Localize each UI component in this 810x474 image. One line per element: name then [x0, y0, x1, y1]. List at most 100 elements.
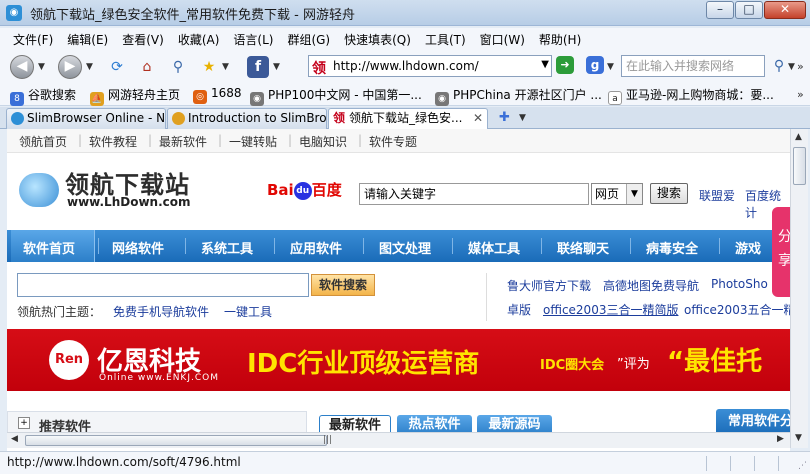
web-search-input[interactable]: 在此输入并搜索网络	[621, 55, 765, 77]
expand-icon: +	[18, 417, 30, 429]
menu-favorites[interactable]: 收藏(A)	[171, 28, 227, 52]
vertical-scrollbar[interactable]: ▲ ▼	[790, 129, 808, 448]
share-button[interactable]: 分 享	[772, 207, 790, 297]
menu-window[interactable]: 窗口(W)	[473, 28, 532, 52]
forward-dropdown-icon[interactable]: ▼	[86, 62, 93, 72]
hot-topics: 领航热门主题：	[17, 303, 101, 320]
topnav-home[interactable]: 领航首页	[19, 133, 67, 150]
fav-amazon[interactable]: a 亚马逊-网上购物商城：要...	[608, 86, 774, 105]
facebook-icon[interactable]: f	[247, 56, 269, 78]
menu-tools[interactable]: 工具(T)	[418, 28, 473, 52]
link-photoshop[interactable]: PhotoSho	[711, 277, 768, 291]
cat-apps[interactable]: 应用软件	[290, 238, 342, 257]
favorites-star-icon[interactable]: ★	[198, 56, 220, 78]
enkj-logo-icon: Ren	[49, 340, 89, 380]
close-button[interactable]: ✕	[764, 1, 806, 19]
toolbar-more-icon[interactable]: »	[797, 60, 804, 73]
fav-phpchina[interactable]: ◉ PHPChina 开源社区门户 ...	[435, 86, 602, 106]
maximize-button[interactable]: □	[735, 1, 763, 19]
hot-link-nav-software[interactable]: 免费手机导航软件	[113, 303, 209, 320]
cat-chat[interactable]: 联络聊天	[557, 238, 609, 257]
link-ludashi[interactable]: 鲁大师官方下载	[507, 277, 591, 294]
menu-help[interactable]: 帮助(H)	[532, 28, 588, 52]
tab-bar: SlimBrowser Online - N... Introduction t…	[0, 107, 810, 130]
topnav-latest[interactable]: 最新软件	[159, 133, 207, 150]
tab-list-dropdown-icon[interactable]: ▼	[519, 113, 526, 123]
topnav-knowledge[interactable]: 电脑知识	[299, 133, 347, 150]
scroll-left-icon[interactable]: ◀	[11, 434, 18, 444]
menu-group[interactable]: 群组(G)	[280, 28, 337, 52]
baidu-union-link[interactable]: 联盟爱	[699, 187, 735, 204]
horizontal-scrollbar[interactable]: ◀ ||| ▶	[7, 432, 790, 448]
status-text: http://www.lhdown.com/soft/4796.html	[7, 455, 241, 469]
web-search-dropdown-icon[interactable]: ▼	[788, 62, 795, 72]
link-gaode-map[interactable]: 高德地图免费导航	[603, 277, 699, 294]
menu-view[interactable]: 查看(V)	[115, 28, 171, 52]
address-input[interactable]: http://www.lhdown.com/	[333, 59, 479, 73]
address-dropdown-icon[interactable]: ▼	[541, 59, 549, 70]
search-engine-icon[interactable]: g	[586, 56, 604, 74]
favorites-more-icon[interactable]: »	[797, 88, 804, 101]
favorites-bar: 8 谷歌搜索 ⛵ 网游轻舟主页 ◎ 1688 ◉ PHP100中文网 - 中国第一...…	[0, 82, 810, 106]
web-page: 领航首页 | 软件教程 | 最新软件 | 一键转贴 | 电脑知识 | 软件专题 …	[7, 129, 790, 452]
app-icon: ◉	[6, 5, 22, 21]
cat-network[interactable]: 网络软件	[112, 238, 164, 257]
home-icon[interactable]: ⌂	[136, 56, 158, 78]
software-search-input[interactable]	[17, 273, 309, 297]
fav-1688[interactable]: ◎ 1688	[193, 86, 242, 104]
search-icon[interactable]: ⚲	[167, 56, 189, 78]
cat-games[interactable]: 游戏	[735, 238, 761, 257]
scroll-up-icon[interactable]: ▲	[795, 132, 802, 142]
back-icon[interactable]: ◀	[10, 55, 34, 79]
topnav-topics[interactable]: 软件专题	[369, 133, 417, 150]
hot-link-one-click[interactable]: 一键工具	[224, 303, 272, 320]
link-office-3in1[interactable]: office2003三合一精简版	[543, 301, 678, 318]
cat-media[interactable]: 媒体工具	[468, 238, 520, 257]
site-favicon-icon: 领	[312, 61, 326, 77]
tab-introduction[interactable]: Introduction to SlimBro...	[167, 108, 327, 129]
fav-google-search[interactable]: 8 谷歌搜索	[10, 86, 76, 106]
site-logo[interactable]: 领航下载站 www.LhDown.com	[17, 165, 207, 213]
cat-system[interactable]: 系统工具	[201, 238, 253, 257]
software-search-button[interactable]: 软件搜索	[311, 274, 375, 296]
baidu-search-button[interactable]: 搜索	[650, 183, 688, 204]
tab-close-icon[interactable]: ✕	[473, 109, 483, 128]
topnav-tutorials[interactable]: 软件教程	[89, 133, 137, 150]
minimize-button[interactable]: –	[706, 1, 734, 19]
topnav-repost[interactable]: 一键转贴	[229, 133, 277, 150]
hot-topics-label: 领航热门主题：	[17, 305, 102, 319]
baidu-search-input[interactable]: 请输入关键字	[359, 183, 589, 205]
menu-quickfill[interactable]: 快速填表(Q)	[337, 28, 418, 52]
amazon-icon: a	[608, 91, 622, 105]
resize-grip-icon[interactable]: ⋰	[798, 461, 807, 471]
search-engine-dropdown-icon[interactable]: ▼	[607, 62, 614, 72]
menu-edit[interactable]: 编辑(E)	[60, 28, 115, 52]
scroll-down-icon[interactable]: ▼	[795, 433, 802, 443]
link-zhuoban[interactable]: 卓版	[507, 301, 531, 318]
scroll-right-icon[interactable]: ▶	[777, 434, 784, 444]
facebook-dropdown-icon[interactable]: ▼	[273, 62, 280, 72]
tab-lhdown[interactable]: 领 领航下载站_绿色安... ✕	[328, 108, 488, 130]
vertical-scroll-thumb[interactable]	[793, 147, 806, 185]
ad-banner[interactable]: Ren 亿恩科技 Online www.ENKJ.COM IDC行业顶级运营商 …	[7, 329, 790, 391]
forward-icon[interactable]: ▶	[58, 55, 82, 79]
refresh-icon[interactable]: ⟳	[106, 56, 128, 78]
menu-file[interactable]: 文件(F)	[6, 28, 60, 52]
fav-slim-home[interactable]: ⛵ 网游轻舟主页	[90, 86, 180, 106]
cat-home[interactable]: 软件首页	[23, 238, 75, 257]
cat-graphics[interactable]: 图文处理	[379, 238, 431, 257]
fav-php100[interactable]: ◉ PHP100中文网 - 中国第一...	[250, 86, 422, 106]
go-arrow-icon[interactable]: ➜	[556, 56, 574, 74]
cat-security[interactable]: 病毒安全	[646, 238, 698, 257]
menu-language[interactable]: 语言(L)	[226, 28, 280, 52]
baidu-type-select[interactable]: 网页 ▼	[591, 183, 643, 205]
web-search-icon[interactable]: ⚲	[768, 55, 790, 77]
back-dropdown-icon[interactable]: ▼	[38, 62, 45, 72]
baidu-logo[interactable]: Bai du 百度	[267, 179, 342, 200]
tab-slimbrowser-online[interactable]: SlimBrowser Online - N...	[6, 108, 166, 129]
new-tab-icon[interactable]: ✚	[499, 110, 510, 125]
favorites-dropdown-icon[interactable]: ▼	[222, 62, 229, 72]
horizontal-scroll-thumb[interactable]	[25, 435, 327, 446]
link-office-5in1[interactable]: office2003五合一精	[684, 301, 790, 318]
address-bar[interactable]: 领 http://www.lhdown.com/ ▼	[308, 55, 552, 77]
